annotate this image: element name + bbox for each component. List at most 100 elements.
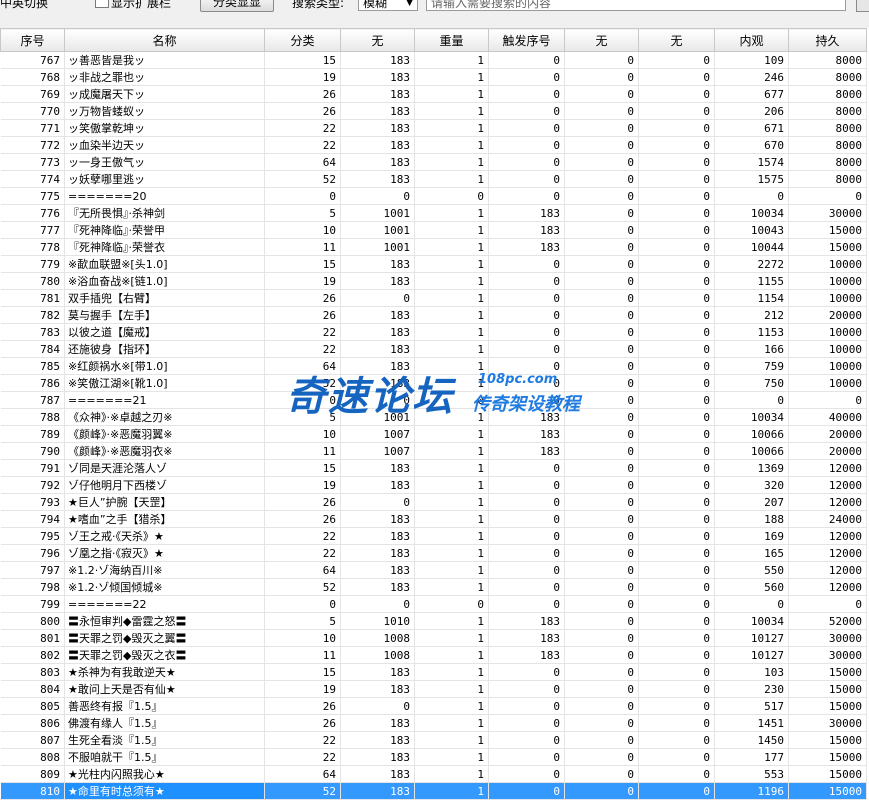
column-header[interactable]: 重量	[414, 28, 489, 52]
table-row[interactable]: 793 ★巨人”护腕【天罡】 26 0 1 0 0 0 207 12000	[0, 493, 867, 511]
table-row[interactable]: 806 佛渡有缘人『1.5』 26 183 1 0 0 0 1451 30000	[0, 714, 867, 732]
table-cell: 183	[340, 510, 415, 528]
table-row[interactable]: 801 〓天罪之罚◆毁灭之翼〓 10 1008 1 183 0 0 10127 30000	[0, 629, 867, 647]
search-input[interactable]: 请输入需要搜索的内容	[426, 0, 846, 11]
table-cell: 1	[414, 663, 489, 681]
table-row[interactable]: 773 ッ一身王傲气ッ 64 183 1 0 0 0 1574 8000	[0, 153, 867, 171]
search-button[interactable]	[856, 0, 869, 12]
table-row[interactable]: 799 =======22 0 0 0 0 0 0 0 0	[0, 595, 867, 613]
table-cell: 1	[414, 323, 489, 341]
table-row[interactable]: 789 《颜峰》·※恶魔羽翼※ 10 1007 1 183 0 0 10066 20000	[0, 425, 867, 443]
column-header[interactable]: 名称	[64, 28, 265, 52]
table-cell: 802	[0, 646, 65, 664]
table-row[interactable]: 775 =======20 0 0 0 0 0 0 0 0	[0, 187, 867, 205]
table-row[interactable]: 770 ッ万物皆蝼蚁ッ 26 183 1 0 0 0 206 8000	[0, 102, 867, 120]
search-type-select[interactable]: 模糊 ▼	[358, 0, 418, 11]
table-row[interactable]: 797 ※1.2·ゾ海纳百川※ 64 183 1 0 0 0 550 12000	[0, 561, 867, 579]
table-row[interactable]: 795 ゾ王之戒·《天杀》★ 22 183 1 0 0 0 169 12000	[0, 527, 867, 545]
table-row[interactable]: 774 ッ妖孽哪里逃ッ 52 183 1 0 0 0 1575 8000	[0, 170, 867, 188]
table-row[interactable]: 803 ★杀神为有我敢逆天★ 15 183 1 0 0 0 103 15000	[0, 663, 867, 681]
table-cell: 0	[564, 782, 639, 800]
table-row[interactable]: 807 生死全看淡『1.5』 22 183 1 0 0 0 1450 15000	[0, 731, 867, 749]
table-cell: 1155	[714, 272, 789, 290]
table-row[interactable]: 780 ※浴血奋战※[链1.0] 19 183 1 0 0 0 1155 10000	[0, 272, 867, 290]
table-row[interactable]: 786 ※笑傲江湖※[靴1.0] 52 183 1 0 0 0 750 10000	[0, 374, 867, 392]
table-row[interactable]: 781 双手插兜【右臂】 26 0 1 0 0 0 1154 10000	[0, 289, 867, 307]
table-row[interactable]: 785 ※红颜祸水※[带1.0] 64 183 1 0 0 0 759 10000	[0, 357, 867, 375]
table-row[interactable]: 777 『死神降临』·荣誉甲 10 1001 1 183 0 0 10043 15000	[0, 221, 867, 239]
column-header[interactable]: 序号	[0, 28, 65, 52]
table-row[interactable]: 804 ★敢问上天是否有仙★ 19 183 1 0 0 0 230 15000	[0, 680, 867, 698]
table-cell: 以彼之道【魔戒】	[64, 323, 265, 341]
table-cell: 0	[488, 170, 565, 188]
table-cell: 0	[714, 391, 789, 409]
table-row[interactable]: 798 ※1.2·ゾ倾国倾城※ 52 183 1 0 0 0 560 12000	[0, 578, 867, 596]
table-cell: 1	[414, 408, 489, 426]
column-header[interactable]: 触发序号	[488, 28, 565, 52]
table-cell: 783	[0, 323, 65, 341]
table-row[interactable]: 783 以彼之道【魔戒】 22 183 1 0 0 0 1153 10000	[0, 323, 867, 341]
table-row[interactable]: 771 ッ笑傲掌乾坤ッ 22 183 1 0 0 0 671 8000	[0, 119, 867, 137]
table-row[interactable]: 796 ゾ凰之指·《寂灭》★ 22 183 1 0 0 0 165 12000	[0, 544, 867, 562]
table-cell: 0	[488, 306, 565, 324]
table-cell: 0	[638, 289, 715, 307]
table-cell: ッ成魔屠天下ッ	[64, 85, 265, 103]
table-row[interactable]: 778 『死神降临』·荣誉衣 11 1001 1 183 0 0 10044 15000	[0, 238, 867, 256]
table-cell: 佛渡有缘人『1.5』	[64, 714, 265, 732]
column-header[interactable]: 内观	[714, 28, 789, 52]
table-cell: 230	[714, 680, 789, 698]
table-cell: 183	[340, 51, 415, 69]
table-row[interactable]: 776 『无所畏惧』·杀神剑 5 1001 1 183 0 0 10034 30000	[0, 204, 867, 222]
table-row[interactable]: 787 =======21 0 0 0 0 0 0 0 0	[0, 391, 867, 409]
table-cell: 779	[0, 255, 65, 273]
column-header[interactable]: 无	[564, 28, 639, 52]
classify-button[interactable]: 分类显显	[200, 0, 274, 12]
table-row[interactable]: 779 ※歃血联盟※[头1.0] 15 183 1 0 0 0 2272 10000	[0, 255, 867, 273]
table-row[interactable]: 805 善恶终有报『1.5』 26 0 1 0 0 0 517 15000	[0, 697, 867, 715]
show-ext-label: 显示扩展栏	[111, 0, 172, 10]
table-cell: 22	[264, 119, 341, 137]
table-row[interactable]: 784 还施彼身【指环】 22 183 1 0 0 0 166 10000	[0, 340, 867, 358]
table-cell: 0	[488, 102, 565, 120]
table-row[interactable]: 768 ッ非战之罪也ッ 19 183 1 0 0 0 246 8000	[0, 68, 867, 86]
table-cell: 30000	[788, 646, 867, 664]
column-header[interactable]: 分类	[264, 28, 341, 52]
table-cell: 0	[564, 561, 639, 579]
table-cell: 0	[488, 119, 565, 137]
table-cell: 1	[414, 221, 489, 239]
table-row[interactable]: 769 ッ成魔屠天下ッ 26 183 1 0 0 0 677 8000	[0, 85, 867, 103]
table-cell: 10127	[714, 629, 789, 647]
table-cell: 『死神降临』·荣誉甲	[64, 221, 265, 239]
mode-toggle-label[interactable]: 中英切换	[0, 0, 48, 11]
table-cell: 12000	[788, 578, 867, 596]
table-row[interactable]: 800 〓永恒审判◆雷霆之怒〓 5 1010 1 183 0 0 10034 52000	[0, 612, 867, 630]
table-cell: 550	[714, 561, 789, 579]
table-row[interactable]: 809 ★光柱内闪照我心★ 64 183 1 0 0 0 553 15000	[0, 765, 867, 783]
table-row[interactable]: 794 ★嗜血”之手【猎杀】 26 183 1 0 0 0 188 24000	[0, 510, 867, 528]
column-header[interactable]: 无	[340, 28, 415, 52]
table-row[interactable]: 791 ゾ同是天涯沦落人ゾ 15 183 1 0 0 0 1369 12000	[0, 459, 867, 477]
table-cell: 0	[488, 714, 565, 732]
table-row[interactable]: 767 ッ善恶皆是我ッ 15 183 1 0 0 0 109 8000	[0, 51, 867, 69]
table-cell: 1	[414, 204, 489, 222]
column-header[interactable]: 无	[638, 28, 715, 52]
table-cell: 1	[414, 697, 489, 715]
table-row[interactable]: 808 不服咱就干『1.5』 22 183 1 0 0 0 177 15000	[0, 748, 867, 766]
table-cell: 10	[264, 425, 341, 443]
table-row[interactable]: 792 ゾ仔他明月下西楼ゾ 19 183 1 0 0 0 320 12000	[0, 476, 867, 494]
table-cell: 12000	[788, 459, 867, 477]
column-header[interactable]: 持久	[788, 28, 867, 52]
table-row[interactable]: 810 ★命里有时总须有★ 52 183 1 0 0 0 1196 15000	[0, 782, 867, 800]
table-row[interactable]: 788 《众神》·※卓越之刃※ 5 1001 1 183 0 0 10034 40000	[0, 408, 867, 426]
table-cell: 1	[414, 374, 489, 392]
table-row[interactable]: 790 《颜峰》·※恶魔羽衣※ 11 1007 1 183 0 0 10066 20000	[0, 442, 867, 460]
table-row[interactable]: 802 〓天罪之罚◆毁灭之衣〓 11 1008 1 183 0 0 10127 30000	[0, 646, 867, 664]
table-cell: 0	[638, 391, 715, 409]
table-row[interactable]: 782 莫与握手【左手】 26 183 1 0 0 0 212 20000	[0, 306, 867, 324]
show-ext-checkbox[interactable]	[95, 0, 109, 8]
table-cell: 0	[638, 357, 715, 375]
table-cell: 804	[0, 680, 65, 698]
table-row[interactable]: 772 ッ血染半边天ッ 22 183 1 0 0 0 670 8000	[0, 136, 867, 154]
table-cell: 1	[414, 680, 489, 698]
table-cell: 750	[714, 374, 789, 392]
